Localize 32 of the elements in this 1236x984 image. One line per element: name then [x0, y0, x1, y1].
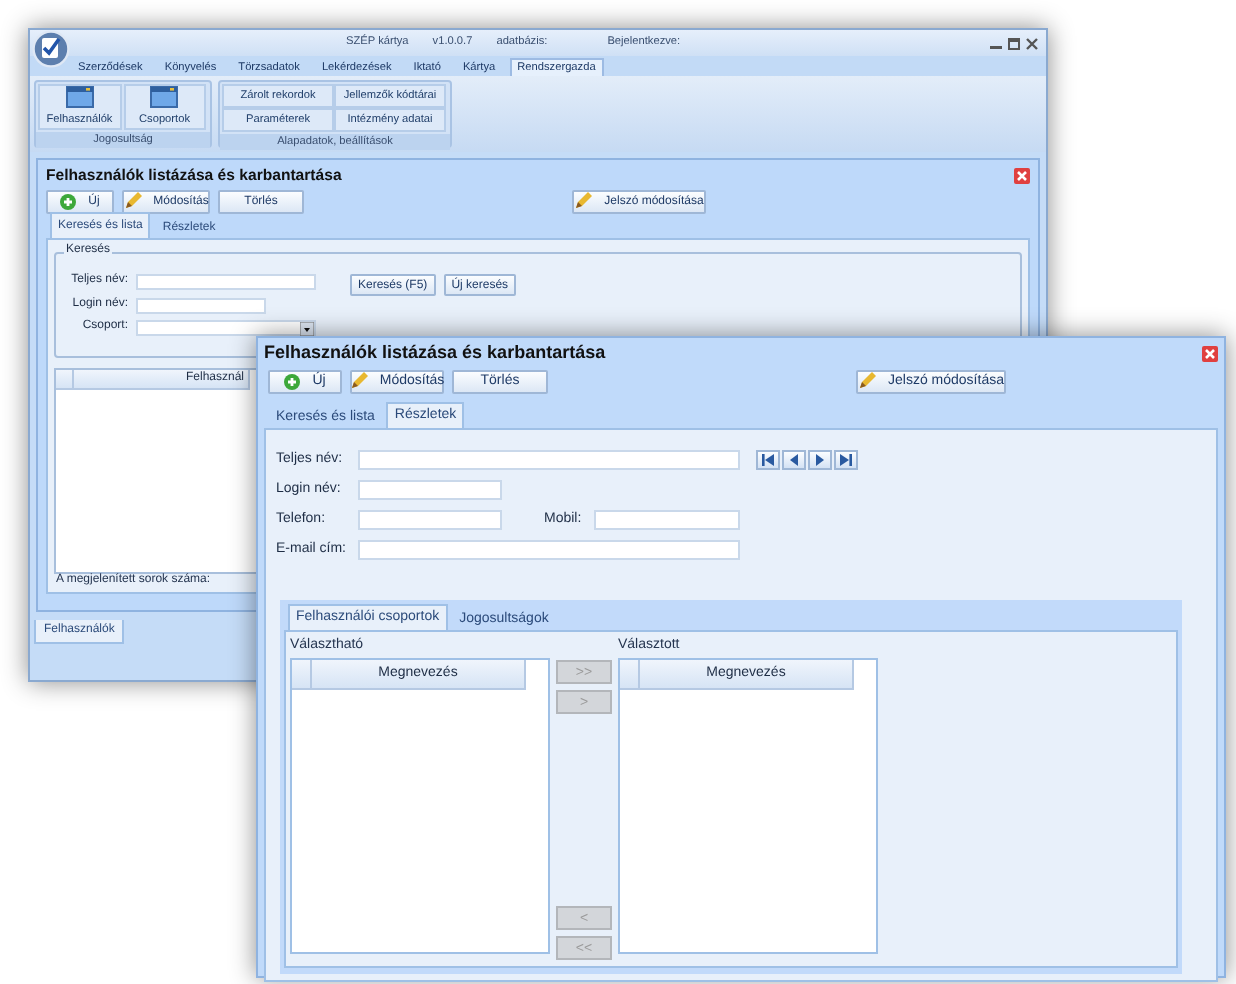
text-field[interactable] [136, 297, 266, 313]
triangle-right-icon [812, 452, 828, 468]
skip-first-icon [760, 452, 776, 468]
previous-record-button[interactable] [782, 450, 806, 470]
form-title: Felhasználók listázása és karbantartása [264, 342, 606, 364]
text-field[interactable] [358, 540, 740, 560]
dropdown-field[interactable] [136, 320, 316, 336]
maximize-icon[interactable] [1008, 37, 1020, 49]
first-record-button[interactable] [756, 450, 780, 470]
window-icon [65, 86, 94, 108]
text-field[interactable] [358, 480, 502, 500]
pencil-icon [574, 192, 593, 210]
pencil-icon [349, 372, 368, 390]
grid-corner-cell [292, 660, 312, 691]
grid-corner-cell [620, 660, 640, 691]
window-icon [150, 86, 179, 108]
text-field[interactable] [136, 274, 316, 290]
plus-icon [284, 373, 301, 389]
text-field[interactable] [594, 510, 740, 530]
pencil-icon [858, 372, 877, 390]
pencil-icon [123, 192, 142, 210]
text-field[interactable] [358, 450, 740, 470]
last-record-button[interactable] [834, 450, 858, 470]
checkmark-logo-icon[interactable] [32, 30, 70, 68]
text-field[interactable] [358, 510, 502, 530]
triangle-left-icon [786, 452, 802, 468]
grid-corner-cell [56, 370, 74, 391]
next-record-button[interactable] [808, 450, 832, 470]
skip-last-icon [838, 452, 854, 468]
plus-icon [60, 193, 77, 209]
close-icon[interactable] [1026, 37, 1038, 49]
dropdown-arrow-icon[interactable] [300, 322, 314, 336]
